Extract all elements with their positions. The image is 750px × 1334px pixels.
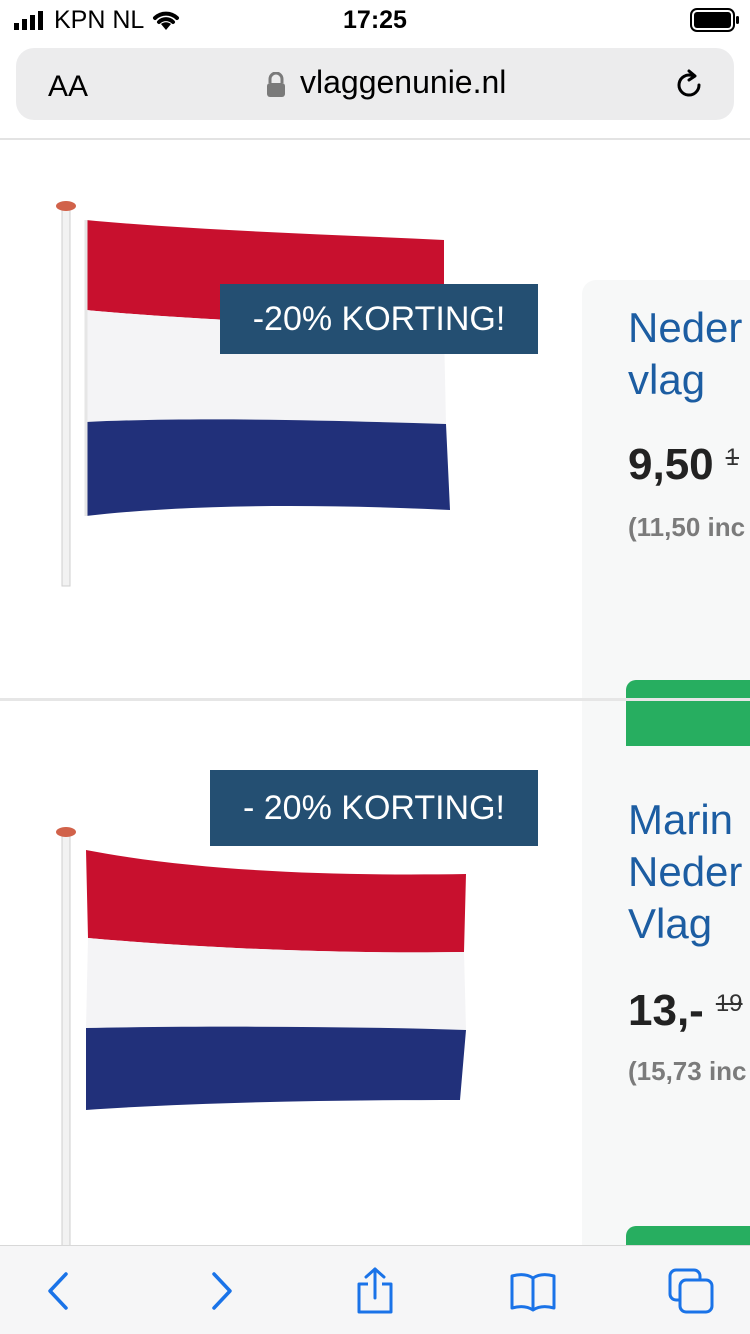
product-title[interactable]: Marin Neder Vlag xyxy=(628,794,742,950)
buy-button[interactable] xyxy=(626,1226,750,1245)
share-button[interactable] xyxy=(350,1266,400,1316)
product-title-line[interactable]: Neder xyxy=(628,302,742,354)
product-card: - 20% KORTING! Marin Neder Vlag 13,- 19 (… xyxy=(0,698,750,1245)
book-icon xyxy=(510,1273,556,1312)
old-price: 1 xyxy=(725,444,739,471)
product-title-line[interactable]: vlag xyxy=(628,354,742,406)
bookmarks-button[interactable] xyxy=(508,1266,558,1316)
product-title-line[interactable]: Neder xyxy=(628,846,742,898)
status-time: 17:25 xyxy=(343,6,407,34)
address-bar[interactable]: AA vlaggenunie.nl xyxy=(16,48,734,120)
url-text[interactable]: vlaggenunie.nl xyxy=(300,64,506,101)
product-price: 9,50 xyxy=(628,440,714,489)
price-row: 9,50 1 xyxy=(628,440,739,490)
share-icon xyxy=(357,1267,393,1314)
price-incl-vat: (15,73 inc xyxy=(628,1056,747,1086)
chevron-right-icon xyxy=(212,1272,232,1310)
product-price: 13,- xyxy=(628,986,704,1035)
forward-button[interactable] xyxy=(196,1266,246,1316)
price-row: 13,- 19 xyxy=(628,986,743,1036)
price-incl-vat: (11,50 inc xyxy=(628,512,746,542)
browser-toolbar xyxy=(0,1245,750,1334)
dutch-flag-image[interactable] xyxy=(40,182,500,612)
tabs-button[interactable] xyxy=(666,1266,716,1316)
tabs-icon xyxy=(668,1268,714,1314)
product-title-line[interactable]: Marin xyxy=(628,794,742,846)
battery-icon xyxy=(690,8,739,32)
reload-icon[interactable] xyxy=(672,68,706,102)
discount-badge: - 20% KORTING! xyxy=(210,770,538,846)
browser-header: AA vlaggenunie.nl xyxy=(0,40,750,140)
product-title[interactable]: Neder vlag xyxy=(628,302,742,406)
lock-icon xyxy=(267,72,285,97)
page-content: -20% KORTING! Neder vlag 9,50 1 (11,50 in… xyxy=(0,142,750,1245)
product-title-line[interactable]: Vlag xyxy=(628,898,742,950)
product-info-panel: Marin Neder Vlag 13,- 19 (15,73 inc xyxy=(582,746,750,1245)
text-size-button[interactable]: AA xyxy=(48,70,88,104)
back-button[interactable] xyxy=(34,1266,84,1316)
chevron-left-icon xyxy=(48,1272,68,1310)
dutch-flag-image[interactable] xyxy=(40,820,500,1245)
old-price: 19 xyxy=(715,990,743,1017)
discount-badge: -20% KORTING! xyxy=(220,284,538,354)
status-bar: KPN NL 17:25 xyxy=(0,0,750,40)
